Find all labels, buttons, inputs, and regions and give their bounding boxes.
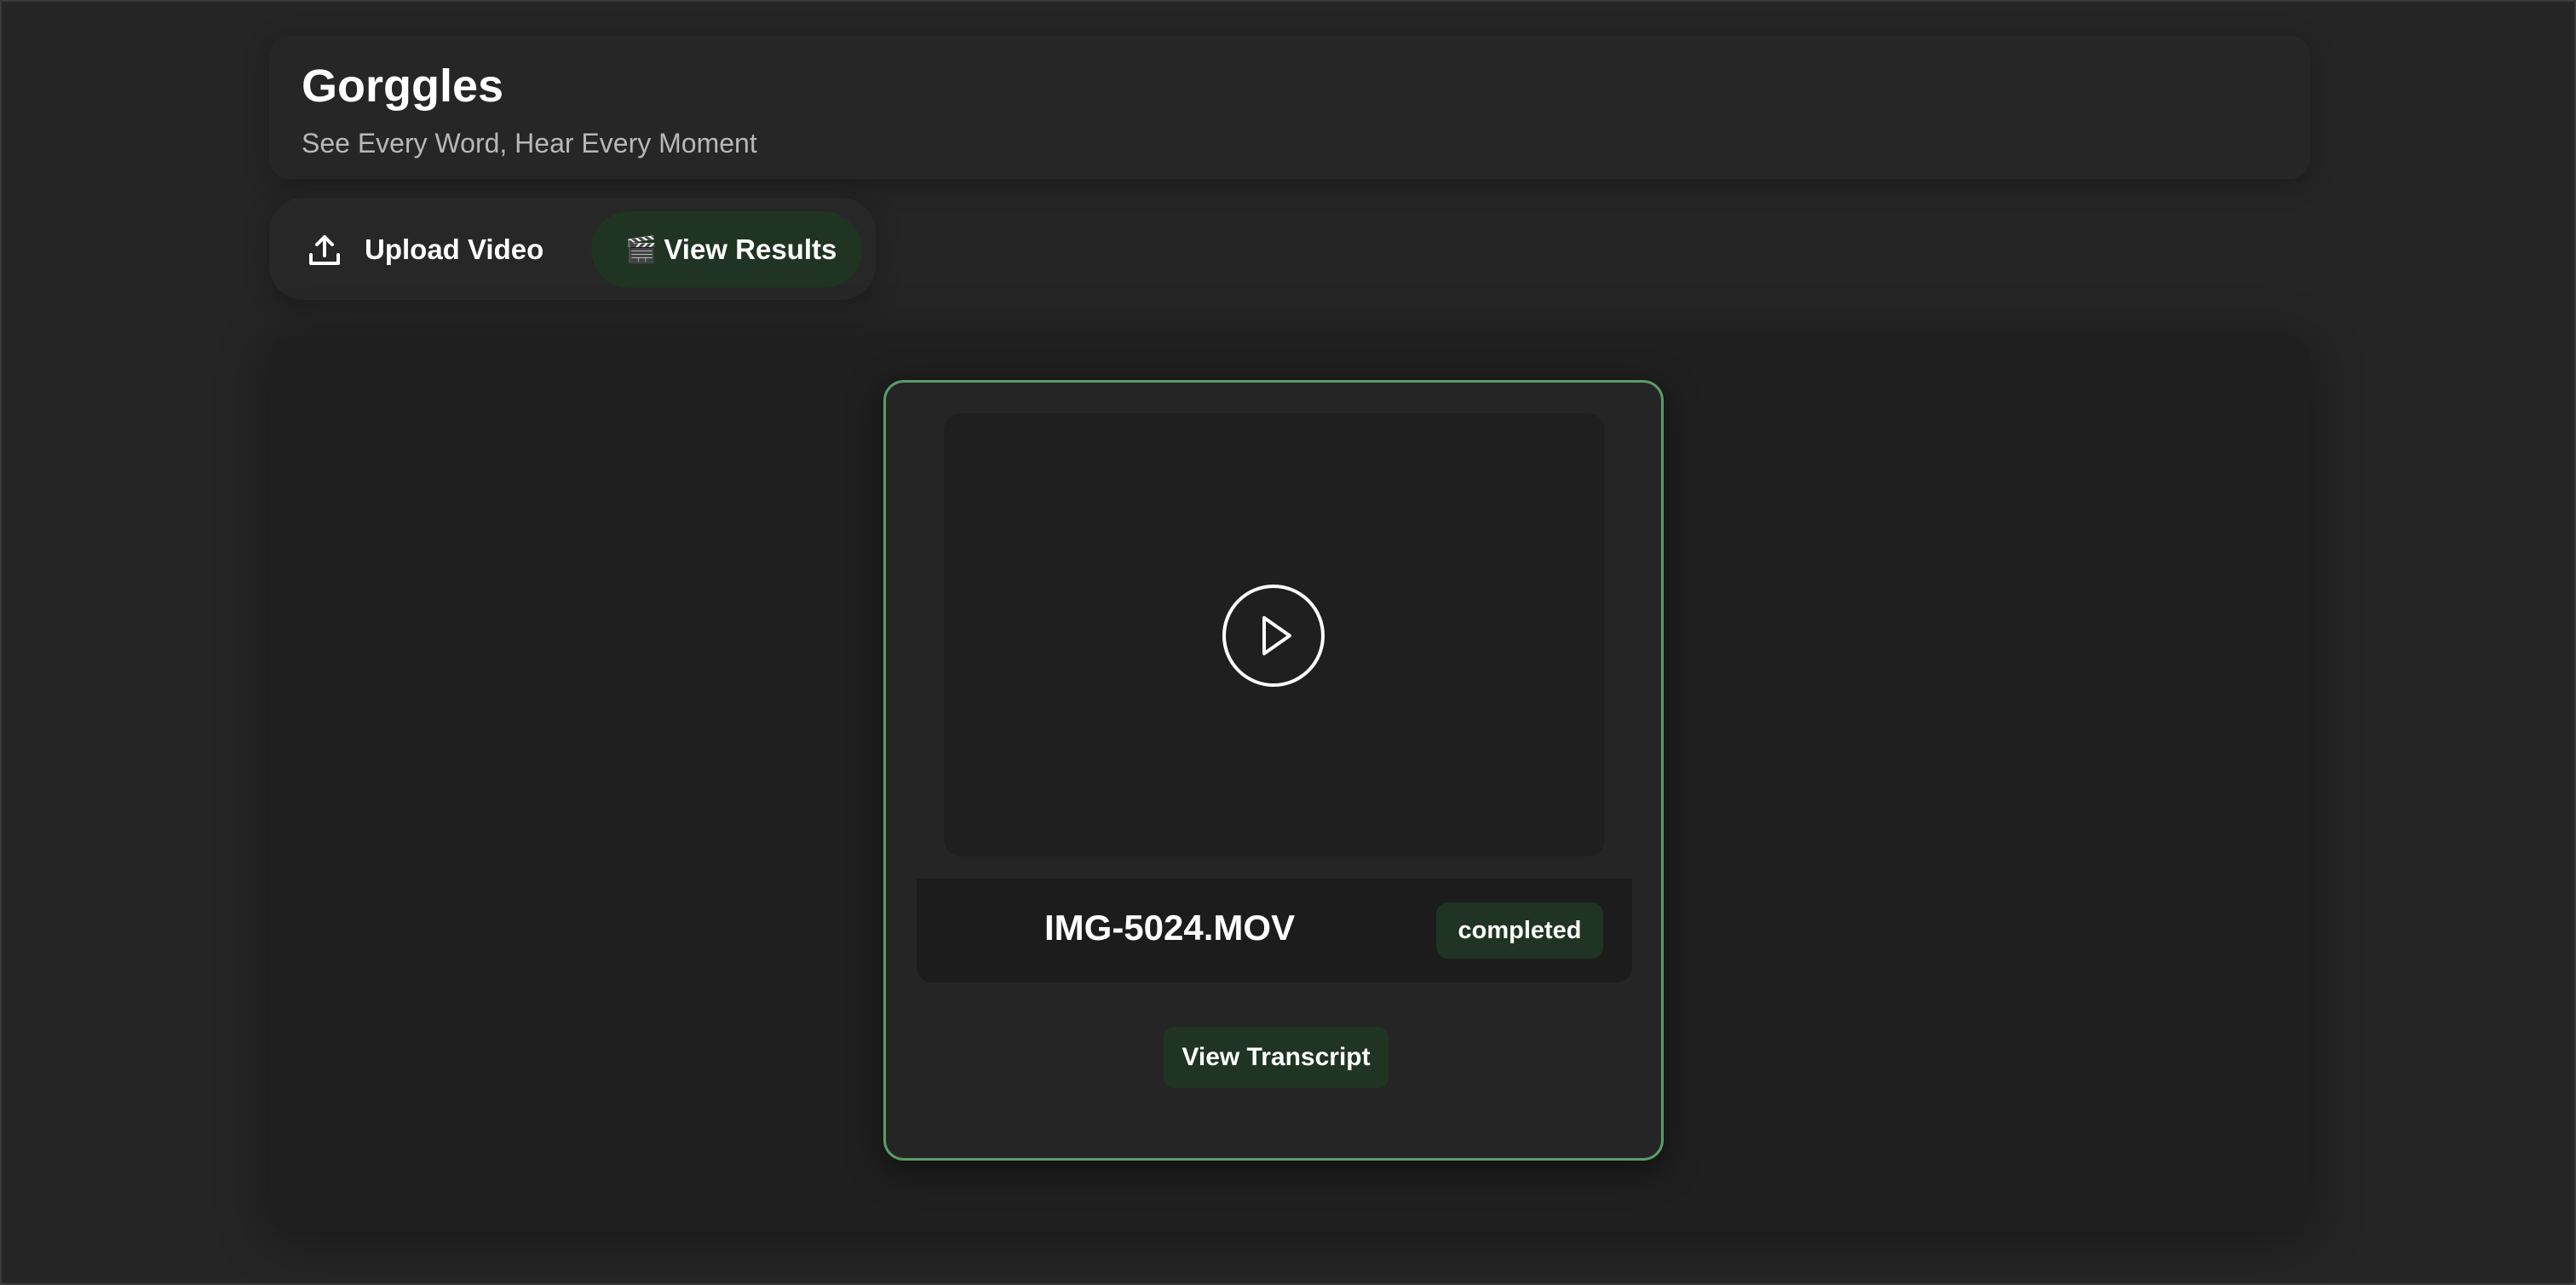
video-player[interactable] [944, 413, 1605, 856]
app-subtitle: See Every Word, Hear Every Moment [302, 128, 757, 158]
video-info-bar: IMG-5024.MOV completed [917, 879, 1632, 982]
tab-view-results-label: View Results [664, 233, 837, 265]
play-circle-icon[interactable] [1222, 584, 1325, 688]
app-header: Gorggles See Every Word, Hear Every Mome… [269, 36, 2310, 179]
tab-upload-video-label: Upload Video [365, 233, 544, 265]
clapper-icon: 🎬 [625, 235, 658, 264]
app-window: Gorggles See Every Word, Hear Every Mome… [0, 0, 2576, 1285]
status-badge: completed [1436, 902, 1603, 959]
tab-view-results[interactable]: 🎬 View Results [591, 211, 862, 288]
tab-bar: Upload Video 🎬 View Results [269, 198, 876, 300]
video-card: IMG-5024.MOV completed View Transcript [883, 380, 1664, 1161]
tab-upload-video[interactable]: Upload Video [307, 211, 554, 288]
app-title: Gorggles [302, 61, 504, 112]
view-transcript-button[interactable]: View Transcript [1164, 1027, 1389, 1088]
video-filename: IMG-5024.MOV [1044, 908, 1296, 948]
upload-icon [309, 235, 340, 265]
